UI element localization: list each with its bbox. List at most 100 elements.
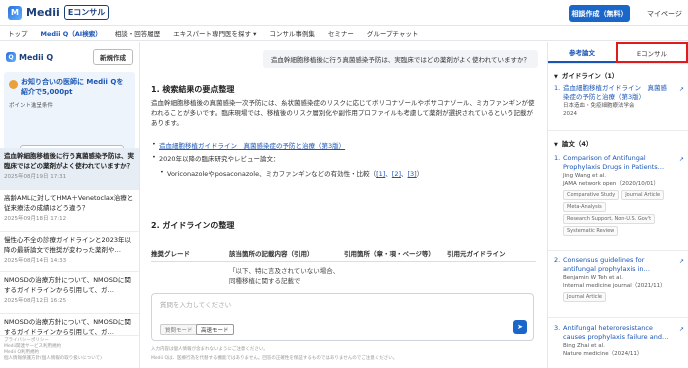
promo-condition-link[interactable]: ポイント進呈条件	[9, 101, 130, 109]
medii-q-icon: Q	[6, 52, 16, 62]
top-bar: M Medii Eコンサル 相談作成（無料） マイページ	[0, 0, 688, 26]
external-link-icon[interactable]: ↗	[679, 258, 684, 265]
ref-title[interactable]: Antifungal heteroresistance causes proph…	[563, 324, 670, 342]
history-sidebar: Q Medii Q 新規作成 お知り合いの医師に Medii Qを紹介で5,00…	[0, 42, 140, 368]
guideline-section-heading[interactable]: ガイドライン（1）	[554, 70, 619, 80]
nav-cases[interactable]: コンサル事例集	[269, 28, 315, 38]
reference-panel: 参考論文 Eコンサル ガイドライン（1） 1. 造血細胞移植ガイドライン 真菌感…	[547, 42, 688, 368]
history-item[interactable]: 慢性心不全の診療ガイドラインと2023年以降の最新論文で推奨が変わった薬剤や… …	[0, 232, 139, 272]
table-cell-quote: 「以下、特に言及されていない場合、同種移植に関する記載で	[229, 267, 340, 285]
external-link-icon[interactable]: ↗	[679, 156, 684, 163]
guideline-link[interactable]: 造血細胞移植ガイドライン 真菌感染症の予防と治療（第3版）	[159, 142, 345, 150]
history-item[interactable]: NMOSDの治療方針について、NMOSDに関するガイドラインから引用して、ガ…	[0, 314, 139, 336]
history-date: 2025年09月18日 17:12	[4, 216, 67, 222]
tag: Comparative Study	[563, 190, 620, 200]
logo-text: Medii	[26, 6, 60, 19]
history-date: 2025年08月19日 17:31	[4, 174, 67, 180]
tab-econsul[interactable]: Eコンサル	[616, 42, 688, 63]
history-title: 高齢AMLに対してHMA＋Venetoclax治療と従来療法の成績はどう違う？	[4, 194, 134, 212]
create-consult-button[interactable]: 相談作成（無料）	[569, 5, 630, 22]
history-item[interactable]: 造血幹細胞移植後に行う真菌感染予防は、実臨床ではどの薬剤がよく使われていますか？…	[0, 148, 139, 190]
tag: Journal Article	[563, 292, 606, 302]
guideline-reference[interactable]: 1. 造血細胞移植ガイドライン 真菌感染症の予防と治療（第3版） 日本造血・免疫…	[554, 84, 684, 118]
mypage-link[interactable]: マイページ	[647, 9, 682, 19]
footer-links: プライバシーポリシー Medii関連サービス利用規約 Medii Q利用規約 個…	[4, 338, 102, 362]
ref-journal: Nature medicine（2024/11）	[563, 351, 643, 357]
medii-logo-icon: M	[8, 5, 22, 20]
citation-link[interactable]: [2]	[392, 170, 401, 178]
tag: Journal Article	[621, 190, 665, 200]
ref-year: 2024	[563, 111, 577, 117]
main-nav: トップ Medii Q（AI検索） 相談・回答履歴 エキスパート専門医を探す ▾…	[0, 26, 688, 41]
ref-number: 3.	[554, 324, 561, 332]
mode-question-button[interactable]: 質問モード	[160, 324, 198, 335]
nav-top[interactable]: トップ	[8, 28, 28, 38]
history-item[interactable]: 高齢AMLに対してHMA＋Venetoclax治療と従来療法の成績はどう違う？ …	[0, 190, 139, 232]
citation-link[interactable]: [1]	[376, 170, 385, 178]
guideline-bullet: 造血細胞移植ガイドライン 真菌感染症の予防と治療（第3版）	[152, 140, 345, 150]
history-title: 慢性心不全の診療ガイドラインと2023年以降の最新論文で推奨が変わった薬剤や…	[4, 236, 132, 254]
disclaimer-2: Medii Qは、医療行為を代替する機能ではありません。回答の正確性を保証するも…	[151, 356, 398, 361]
history-title: 造血幹細胞移植後に行う真菌感染予防は、実臨床ではどの薬剤がよく使われていますか？	[4, 152, 134, 170]
ref-number: 1.	[554, 84, 561, 92]
paper-reference[interactable]: 1. Comparison of Antifungal Prophylaxis …	[554, 154, 684, 236]
nav-group-chat[interactable]: グループチャット	[367, 28, 419, 38]
answer-panel: 造血幹細胞移植後に行う真菌感染予防は、実臨床ではどの薬剤がよく使われていますか？…	[141, 42, 546, 368]
ref-title[interactable]: 造血細胞移植ガイドライン 真菌感染症の予防と治療（第3版）	[563, 84, 670, 102]
user-question: 造血幹細胞移植後に行う真菌感染予防は、実臨床ではどの薬剤がよく使われていますか？	[262, 50, 538, 68]
summary-paragraph: 造血幹細胞移植後の真菌感染一次予防には、糸状菌感染症のリスクに応じてボリコナゾー…	[151, 99, 535, 127]
divider	[548, 317, 688, 318]
ref-title[interactable]: Consensus guidelines for antifungal prop…	[563, 256, 670, 274]
col-source: 引用元ガイドライン	[447, 250, 506, 258]
papers-section-heading[interactable]: 論文（4）	[554, 138, 593, 148]
paper-reference[interactable]: 2. Consensus guidelines for antifungal p…	[554, 256, 684, 302]
tag: Systematic Review	[563, 226, 619, 236]
history-date: 2025年08月14日 14:33	[4, 258, 67, 264]
paper-reference[interactable]: 3. Antifungal heteroresistance causes pr…	[554, 324, 684, 358]
external-link-icon[interactable]: ↗	[679, 326, 684, 333]
research-sub-bullet: Voriconazoleやposaconazole、ミカファンギンなどの有効性・…	[160, 168, 423, 178]
ref-journal: Internal medicine journal（2021/11）	[563, 283, 666, 289]
new-chat-button[interactable]: 新規作成	[93, 49, 133, 65]
medii-q-brand: Q Medii Q	[6, 52, 53, 62]
econsul-badge: Eコンサル	[63, 5, 110, 20]
divider	[548, 130, 688, 131]
research-sub-text: Voriconazoleやposaconazole、ミカファンギンなどの有効性・…	[167, 170, 377, 178]
ref-number: 2.	[554, 256, 561, 264]
personal-info-link[interactable]: 個人情報保護方針(個人情報の取り扱いについて)	[4, 356, 102, 362]
col-location: 引用箇所（章・項・ページ等）	[344, 250, 435, 258]
nav-find-expert[interactable]: エキスパート専門医を探す ▾	[173, 28, 256, 38]
tag: Research Support, Non-U.S. Gov't	[563, 214, 656, 224]
chat-input[interactable]: 質問を入力してください	[160, 299, 231, 309]
external-link-icon[interactable]: ↗	[679, 86, 684, 93]
send-icon: ➤	[517, 323, 523, 331]
ref-title[interactable]: Comparison of Antifungal Prophylaxis Dru…	[563, 154, 670, 172]
tab-references[interactable]: 参考論文	[548, 42, 616, 63]
medii-q-label: Medii Q	[19, 52, 54, 62]
ref-author: Benjamin W Teh et al.	[563, 275, 623, 281]
nav-medii-q[interactable]: Medii Q（AI検索）	[41, 28, 102, 38]
citation-link[interactable]: [3]	[408, 170, 417, 178]
history-title: NMOSDの治療方針について、NMOSDに関するガイドラインから引用して、ガ…	[4, 276, 131, 294]
nav-seminar[interactable]: セミナー	[328, 28, 354, 38]
mode-fast-button[interactable]: 高速モード	[196, 324, 234, 335]
history-date: 2025年08月12日 16:25	[4, 298, 67, 304]
ref-number: 1.	[554, 154, 561, 162]
ref-journal: JAMA network open（2020/10/01）	[563, 181, 660, 187]
send-button[interactable]: ➤	[513, 320, 527, 334]
divider	[548, 250, 688, 251]
nav-history[interactable]: 相談・回答履歴	[115, 28, 161, 38]
research-bullet: 2020年以降の臨床研究やレビュー論文：	[152, 153, 280, 163]
promo-title: お知り合いの医師に Medii Qを紹介で5,000pt	[21, 78, 124, 96]
reference-tabs: 参考論文 Eコンサル	[548, 42, 688, 64]
gift-icon	[9, 80, 18, 89]
ref-org: 日本造血・免疫細胞療法学会	[563, 103, 635, 109]
ref-tags: Comparative Study Journal Article Meta-A…	[563, 190, 684, 236]
section-summary-heading: 1. 検索結果の要点整理	[151, 85, 235, 94]
medii-logo[interactable]: M Medii Eコンサル	[8, 5, 110, 20]
chat-input-box[interactable]: 質問を入力してください 質問モード 高速モード ➤	[151, 293, 534, 341]
history-item[interactable]: NMOSDの治療方針について、NMOSDに関するガイドラインから引用して、ガ… …	[0, 272, 139, 314]
ref-author: Jing Wang et al.	[563, 173, 606, 179]
referral-promo: お知り合いの医師に Medii Qを紹介で5,000pt ポイント進呈条件	[4, 72, 135, 154]
disclaimer-1: 入力内容は個人情報が含まれないようにご注意ください。	[151, 347, 268, 352]
